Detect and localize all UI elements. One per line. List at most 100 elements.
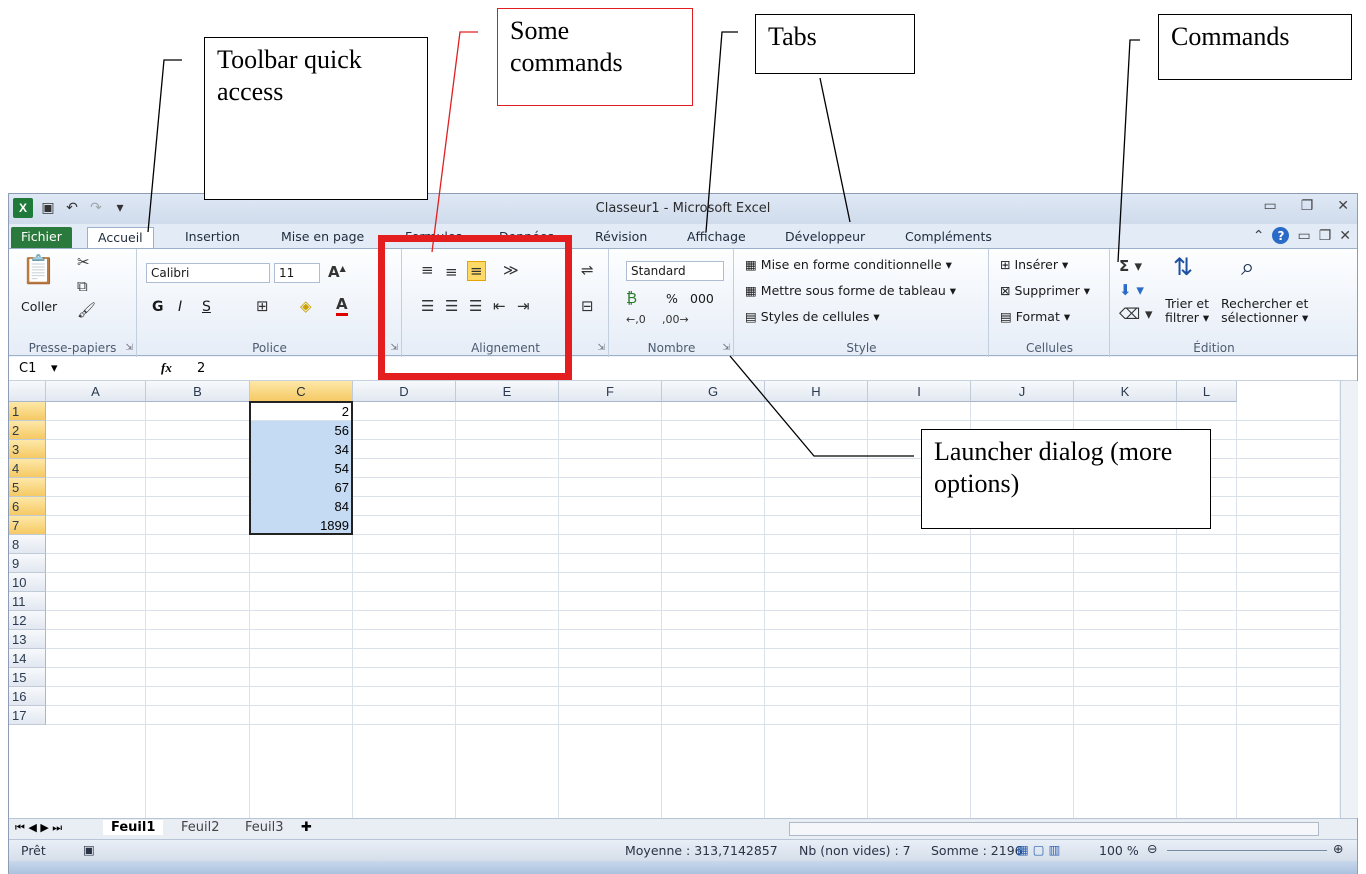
column-header-d[interactable]: D bbox=[353, 381, 456, 402]
row-header-6[interactable]: 6 bbox=[9, 497, 46, 516]
row-header-13[interactable]: 13 bbox=[9, 630, 46, 649]
minimize-ribbon-icon[interactable]: ⌃ bbox=[1253, 228, 1265, 244]
row-header-3[interactable]: 3 bbox=[9, 440, 46, 459]
column-header-a[interactable]: A bbox=[46, 381, 146, 402]
format-painter-icon[interactable]: 🖌 bbox=[77, 301, 96, 319]
vertical-scrollbar[interactable] bbox=[1340, 381, 1358, 818]
percent-button[interactable]: % bbox=[666, 291, 678, 306]
column-header-e[interactable]: E bbox=[456, 381, 559, 402]
tab-page-layout[interactable]: Mise en page bbox=[271, 227, 374, 248]
row-header-10[interactable]: 10 bbox=[9, 573, 46, 592]
row-header-4[interactable]: 4 bbox=[9, 459, 46, 478]
tab-addins[interactable]: Compléments bbox=[895, 227, 1002, 248]
row-header-9[interactable]: 9 bbox=[9, 554, 46, 573]
doc-minimize-icon[interactable]: ▭ bbox=[1297, 228, 1310, 244]
find-select-button[interactable]: Rechercher et sélectionner ▾ bbox=[1221, 297, 1308, 325]
cut-icon[interactable]: ✂ bbox=[77, 253, 90, 271]
tab-home[interactable]: Accueil bbox=[87, 227, 154, 248]
tab-developer[interactable]: Développeur bbox=[775, 227, 875, 248]
accounting-format-icon[interactable]: ₿ bbox=[626, 289, 637, 307]
clear-icon[interactable]: ⌫ ▾ bbox=[1119, 305, 1153, 323]
sheet-tab-2[interactable]: Feuil2 bbox=[173, 820, 228, 835]
column-header-k[interactable]: K bbox=[1074, 381, 1177, 402]
thousands-button[interactable]: 000 bbox=[690, 291, 714, 306]
row-header-14[interactable]: 14 bbox=[9, 649, 46, 668]
column-header-g[interactable]: G bbox=[662, 381, 765, 402]
name-box[interactable]: C1 bbox=[19, 361, 36, 376]
column-header-b[interactable]: B bbox=[146, 381, 250, 402]
tab-view[interactable]: Affichage bbox=[677, 227, 756, 248]
increase-decimal-icon[interactable]: ←,0 bbox=[626, 313, 646, 326]
clipboard-launcher-icon[interactable]: ⇲ bbox=[125, 343, 133, 353]
number-format-box[interactable]: Standard bbox=[626, 261, 724, 281]
italic-button[interactable]: I bbox=[178, 299, 182, 315]
view-normal-icon[interactable]: ▦ ▢ ▥ bbox=[1017, 842, 1060, 857]
underline-button[interactable]: S bbox=[202, 299, 211, 315]
zoom-in-icon[interactable]: ⊕ bbox=[1333, 841, 1343, 856]
alignment-launcher-icon[interactable]: ⇲ bbox=[597, 343, 605, 353]
fill-color-icon[interactable]: ◈ bbox=[300, 297, 312, 315]
paste-icon[interactable]: 📋 bbox=[21, 253, 56, 286]
row-header-7[interactable]: 7 bbox=[9, 516, 46, 535]
macro-record-icon[interactable]: ▣ bbox=[83, 842, 95, 857]
column-header-f[interactable]: F bbox=[559, 381, 662, 402]
font-name-box[interactable]: Calibri bbox=[146, 263, 270, 283]
column-header-l[interactable]: L bbox=[1177, 381, 1237, 402]
fx-icon[interactable]: fx bbox=[161, 360, 172, 376]
bold-button[interactable]: G bbox=[152, 299, 164, 315]
conditional-format-button[interactable]: ▦ Mise en forme conditionnelle ▾ bbox=[745, 257, 952, 272]
row-header-8[interactable]: 8 bbox=[9, 535, 46, 554]
format-as-table-button[interactable]: ▦ Mettre sous forme de tableau ▾ bbox=[745, 283, 956, 298]
wrap-text-icon[interactable]: ⇌ bbox=[581, 261, 594, 279]
select-all-corner[interactable] bbox=[9, 381, 46, 402]
row-header-2[interactable]: 2 bbox=[9, 421, 46, 440]
row-header-5[interactable]: 5 bbox=[9, 478, 46, 497]
horizontal-scrollbar[interactable] bbox=[789, 822, 1319, 836]
zoom-slider[interactable] bbox=[1167, 850, 1327, 851]
fill-icon[interactable]: ⬇ ▾ bbox=[1119, 281, 1144, 299]
doc-restore-icon[interactable]: ❐ bbox=[1319, 228, 1332, 244]
row-header-12[interactable]: 12 bbox=[9, 611, 46, 630]
tab-insert[interactable]: Insertion bbox=[175, 227, 250, 248]
column-header-h[interactable]: H bbox=[765, 381, 868, 402]
new-sheet-icon[interactable]: ✚ bbox=[301, 820, 312, 835]
name-box-dropdown-icon[interactable]: ▾ bbox=[51, 361, 58, 376]
sheet-tab-3[interactable]: Feuil3 bbox=[237, 820, 292, 835]
tab-review[interactable]: Révision bbox=[585, 227, 657, 248]
merge-center-icon[interactable]: ⊟ bbox=[581, 297, 594, 315]
sheet-nav-icons[interactable]: ⏮ ◀ ▶ ⏭ bbox=[15, 821, 62, 835]
row-header-16[interactable]: 16 bbox=[9, 687, 46, 706]
formula-input[interactable]: 2 bbox=[197, 361, 205, 376]
grow-font-icon[interactable]: A▲ bbox=[328, 263, 346, 281]
font-size-box[interactable]: 11 bbox=[274, 263, 320, 283]
help-icon[interactable]: ? bbox=[1272, 227, 1290, 244]
row-header-17[interactable]: 17 bbox=[9, 706, 46, 725]
font-color-icon[interactable]: A bbox=[336, 295, 348, 316]
number-launcher-icon[interactable]: ⇲ bbox=[722, 343, 730, 353]
column-header-j[interactable]: J bbox=[971, 381, 1074, 402]
zoom-out-icon[interactable]: ⊖ bbox=[1147, 841, 1157, 856]
sort-filter-icon[interactable]: ⇅ bbox=[1173, 253, 1193, 281]
delete-button[interactable]: ⊠ Supprimer ▾ bbox=[1000, 283, 1090, 298]
column-header-c[interactable]: C bbox=[250, 381, 353, 402]
row-header-15[interactable]: 15 bbox=[9, 668, 46, 687]
sheet-tab-1[interactable]: Feuil1 bbox=[103, 820, 164, 835]
find-select-icon[interactable]: ⌕ bbox=[1241, 253, 1254, 281]
column-header-i[interactable]: I bbox=[868, 381, 971, 402]
doc-close-icon[interactable]: ✕ bbox=[1339, 228, 1351, 244]
paste-button[interactable]: Coller bbox=[21, 299, 57, 314]
decrease-decimal-icon[interactable]: ,00→ bbox=[662, 313, 689, 326]
restore-icon[interactable]: ❐ bbox=[1301, 198, 1314, 214]
sort-filter-button[interactable]: Trier et filtrer ▾ bbox=[1165, 297, 1209, 325]
copy-icon[interactable]: ⧉ bbox=[77, 277, 88, 295]
cell-styles-button[interactable]: ▤ Styles de cellules ▾ bbox=[745, 309, 880, 324]
minimize-icon[interactable]: ▭ bbox=[1263, 198, 1276, 214]
row-header-1[interactable]: 1 bbox=[9, 402, 46, 421]
autosum-icon[interactable]: Σ ▾ bbox=[1119, 257, 1142, 275]
row-header-11[interactable]: 11 bbox=[9, 592, 46, 611]
tab-file[interactable]: Fichier bbox=[11, 227, 72, 248]
insert-button[interactable]: ⊞ Insérer ▾ bbox=[1000, 257, 1068, 272]
borders-icon[interactable]: ⊞ bbox=[256, 297, 269, 315]
close-icon[interactable]: ✕ bbox=[1337, 198, 1349, 214]
format-button[interactable]: ▤ Format ▾ bbox=[1000, 309, 1070, 324]
